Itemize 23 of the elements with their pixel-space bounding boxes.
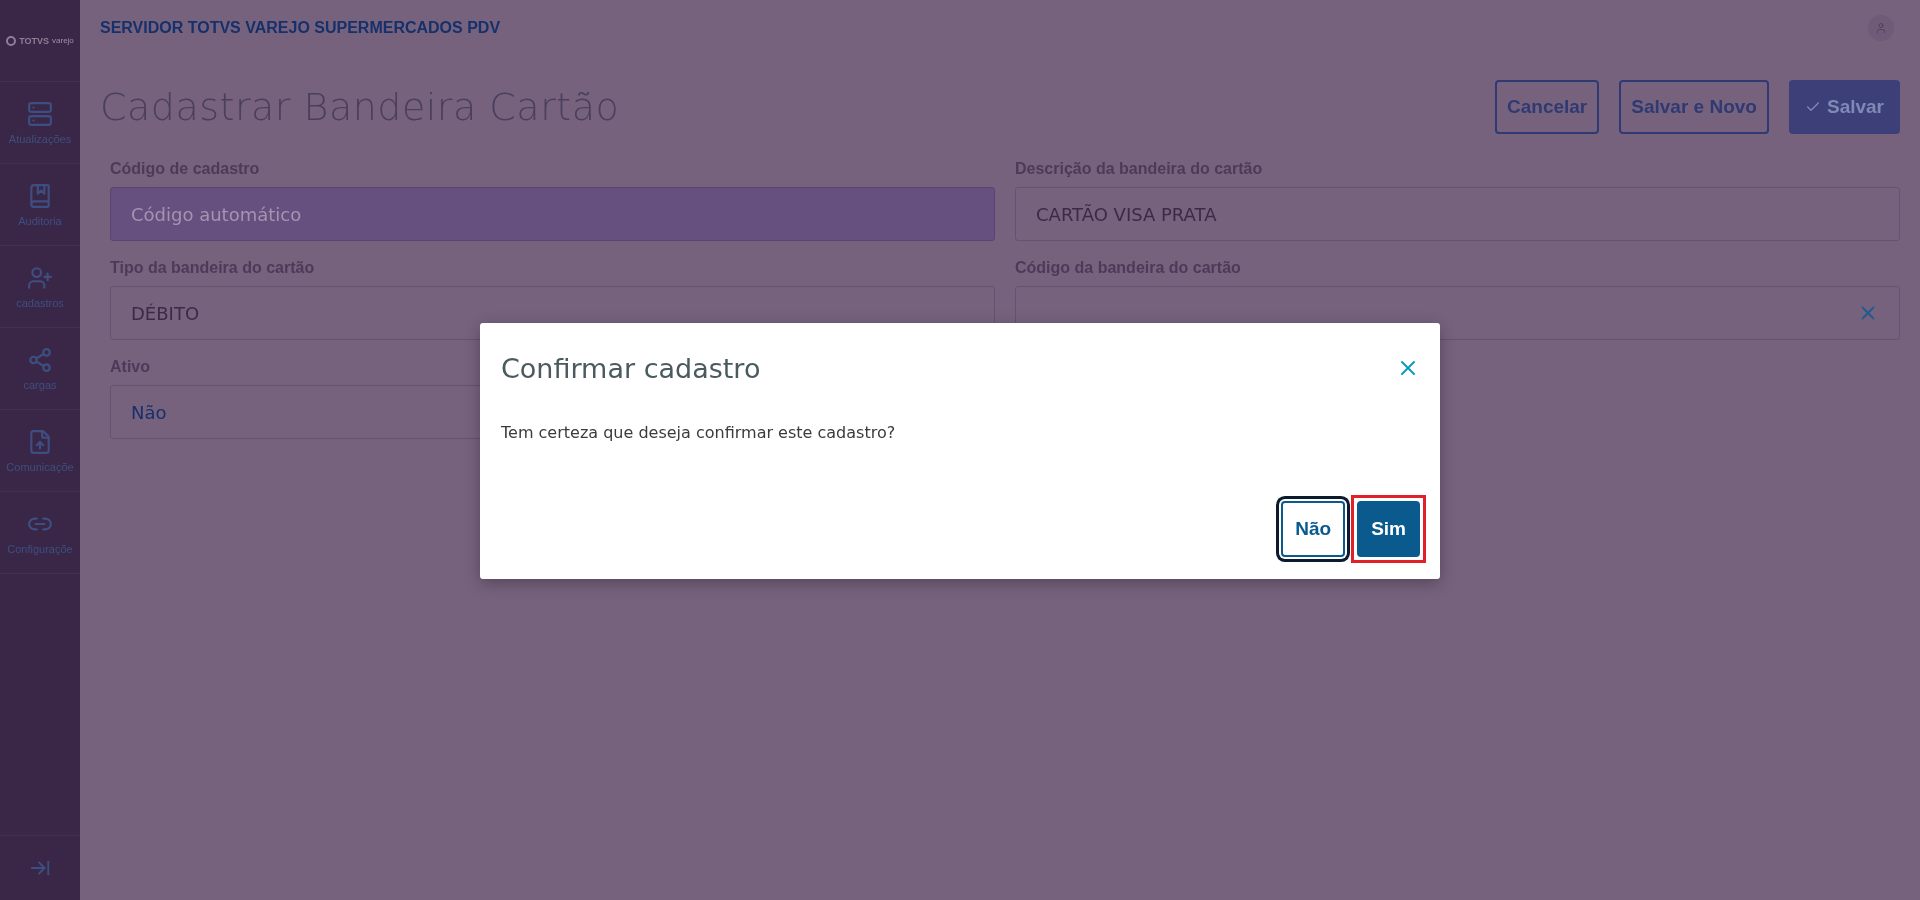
file-upload-icon [27,428,53,455]
app-title: SERVIDOR TOTVS VAREJO SUPERMERCADOS PDV [100,19,501,37]
add-user-icon [27,264,53,291]
book-icon [27,182,53,209]
share-icon [27,346,53,373]
sidebar-item[interactable]: cadastros [0,246,80,328]
logo-icon [6,35,17,46]
input-field[interactable]: CARTÃO VISA PRATA [1015,187,1900,241]
dialog-title: Confirmar cadastro [501,352,761,384]
dialog-button[interactable]: Sim [1357,501,1420,557]
logo-subtext: varejo [52,36,74,45]
sidebar-item[interactable]: Configuraçõe [0,492,80,574]
action-button[interactable]: Salvar e Novo [1619,80,1769,134]
user-avatar[interactable] [1868,15,1894,41]
server-icon [27,100,53,127]
sidebar-item[interactable]: Auditoria [0,164,80,246]
logo-text: TOTVS [19,35,49,46]
sidebar-item[interactable]: Atualizações [0,82,80,164]
action-button[interactable]: Salvar [1788,80,1900,134]
sidebar-item[interactable]: Comunicaçõe [0,410,80,492]
dialog-message: Tem certeza que deseja confirmar este cadastro? [501,423,897,442]
sidebar-item[interactable]: cargas [0,328,80,410]
action-button[interactable]: Cancelar [1495,80,1600,134]
